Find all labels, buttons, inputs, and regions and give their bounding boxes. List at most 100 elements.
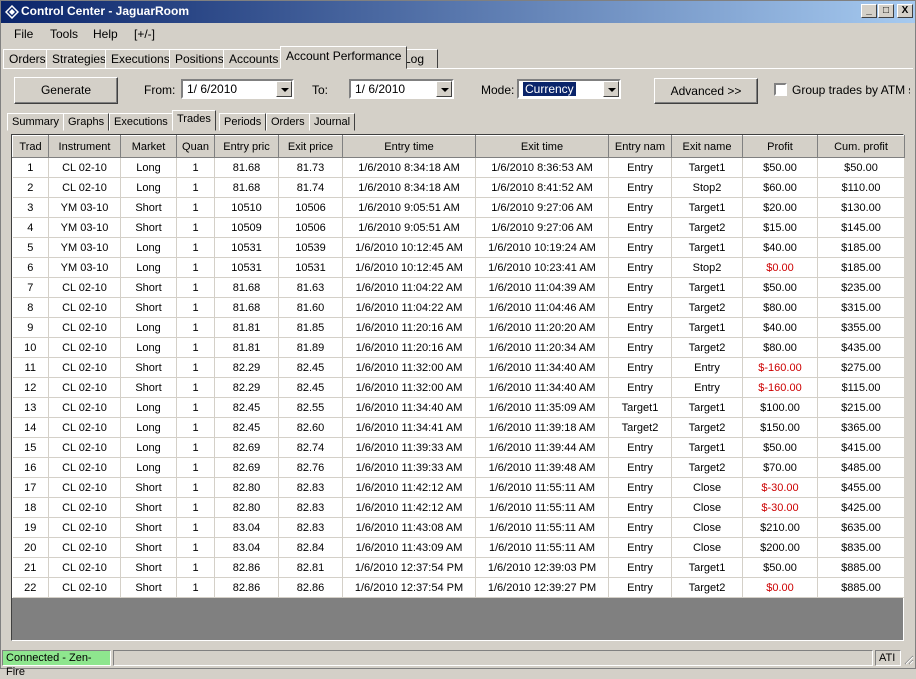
table-cell: 10531	[214, 257, 279, 278]
resize-grip-icon[interactable]	[902, 653, 914, 665]
column-header[interactable]: Entry time	[342, 135, 476, 158]
tab-accounts[interactable]: Accounts	[223, 49, 285, 69]
maximize-button[interactable]: □	[878, 4, 894, 18]
table-cell: 1/6/2010 11:43:09 AM	[342, 537, 476, 558]
table-row[interactable]: 7 CL 02-10 Short 1 81.68 81.63 1/6/2010 11:04:…	[12, 277, 905, 298]
table-cell: 1/6/2010 9:27:06 AM	[475, 197, 609, 218]
group-trades-checkbox[interactable]	[774, 83, 787, 96]
advanced-button[interactable]: Advanced >>	[654, 78, 758, 104]
table-cell: 11	[12, 357, 49, 378]
table-cell: Close	[671, 477, 743, 498]
table-cell: YM 03-10	[48, 217, 121, 238]
table-cell: 81.81	[214, 317, 279, 338]
table-row[interactable]: 19 CL 02-10 Short 1 83.04 82.83 1/6/2010 11:43…	[12, 517, 905, 538]
table-row[interactable]: 15 CL 02-10 Long 1 82.69 82.74 1/6/2010 11:39:…	[12, 437, 905, 458]
generate-button[interactable]: Generate	[14, 77, 118, 104]
column-header[interactable]: Entry pric	[214, 135, 279, 158]
table-row[interactable]: 14 CL 02-10 Long 1 82.45 82.60 1/6/2010 11:34:…	[12, 417, 905, 438]
tab-periods[interactable]: Periods	[219, 113, 267, 131]
table-row[interactable]: 10 CL 02-10 Long 1 81.81 81.89 1/6/2010 11:20:…	[12, 337, 905, 358]
table-row[interactable]: 8 CL 02-10 Short 1 81.68 81.60 1/6/2010 11:04:…	[12, 297, 905, 318]
table-row[interactable]: 16 CL 02-10 Long 1 82.69 82.76 1/6/2010 11:39:…	[12, 457, 905, 478]
table-cell: 6	[12, 257, 49, 278]
table-row[interactable]: 13 CL 02-10 Long 1 82.45 82.55 1/6/2010 11:34:…	[12, 397, 905, 418]
menu-expand[interactable]: [+/-]	[134, 27, 155, 41]
tab-account-performance[interactable]: Account Performance	[280, 46, 408, 69]
chevron-down-icon[interactable]	[276, 81, 292, 97]
table-cell: 82.86	[214, 577, 279, 598]
column-header[interactable]: Trad	[12, 135, 49, 158]
table-row[interactable]: 17 CL 02-10 Short 1 82.80 82.83 1/6/2010 11:42…	[12, 477, 905, 498]
column-header[interactable]: Entry nam	[608, 135, 672, 158]
minimize-button[interactable]: _	[861, 4, 877, 18]
table-row[interactable]: 11 CL 02-10 Short 1 82.29 82.45 1/6/2010 11:32…	[12, 357, 905, 378]
table-row[interactable]: 12 CL 02-10 Short 1 82.29 82.45 1/6/2010 11:32…	[12, 377, 905, 398]
table-row[interactable]: 1 CL 02-10 Long 1 81.68 81.73 1/6/2010 8:34:18…	[12, 157, 905, 178]
table-row[interactable]: 22 CL 02-10 Short 1 82.86 82.86 1/6/2010 12:37…	[12, 577, 905, 598]
table-row[interactable]: 20 CL 02-10 Short 1 83.04 82.84 1/6/2010 11:43…	[12, 537, 905, 558]
group-trades-label: Group trades by ATM stra	[792, 83, 910, 97]
table-cell: 10509	[214, 217, 279, 238]
to-date-picker[interactable]: 1/ 6/2010	[349, 79, 454, 99]
table-cell: 82.74	[278, 437, 343, 458]
column-header[interactable]: Market	[120, 135, 177, 158]
table-row[interactable]: 18 CL 02-10 Short 1 82.80 82.83 1/6/2010 11:42…	[12, 497, 905, 518]
tab-journal[interactable]: Journal	[309, 113, 356, 131]
table-cell: 1	[176, 297, 215, 318]
table-row[interactable]: 4 YM 03-10 Short 1 10509 10506 1/6/2010 9:05:5…	[12, 217, 905, 238]
column-header[interactable]: Exit name	[671, 135, 743, 158]
table-cell: CL 02-10	[48, 417, 121, 438]
table-cell: 1/6/2010 11:35:09 AM	[475, 397, 609, 418]
column-header[interactable]: Exit price	[278, 135, 343, 158]
table-cell: 82.55	[278, 397, 343, 418]
table-cell: Entry	[608, 477, 672, 498]
table-cell: 1/6/2010 9:05:51 AM	[342, 217, 476, 238]
table-cell: 1/6/2010 11:34:40 AM	[342, 397, 476, 418]
tab-orders[interactable]: Orders	[3, 49, 52, 69]
column-header[interactable]: Cum. profit	[817, 135, 905, 158]
close-button[interactable]: X	[897, 4, 913, 18]
table-cell: 1/6/2010 11:32:00 AM	[342, 377, 476, 398]
menu-tools[interactable]: Tools	[50, 27, 78, 41]
from-date-picker[interactable]: 1/ 6/2010	[181, 79, 294, 99]
table-cell: Entry	[608, 317, 672, 338]
tab-executions[interactable]: Executions	[105, 49, 176, 69]
tab-graphs[interactable]: Graphs	[63, 113, 110, 131]
column-header[interactable]: Quan	[176, 135, 215, 158]
tab-sub-executions[interactable]: Executions	[109, 113, 173, 131]
menu-file[interactable]: File	[14, 27, 33, 41]
column-header[interactable]: Exit time	[475, 135, 609, 158]
table-cell: $885.00	[817, 557, 905, 578]
chevron-down-icon[interactable]	[436, 81, 452, 97]
table-cell: Target1	[671, 277, 743, 298]
table-cell: 82.83	[278, 477, 343, 498]
table-cell: Target1	[671, 317, 743, 338]
table-row[interactable]: 6 YM 03-10 Long 1 10531 10531 1/6/2010 10:12:4…	[12, 257, 905, 278]
status-panel	[113, 650, 873, 666]
table-row[interactable]: 9 CL 02-10 Long 1 81.81 81.85 1/6/2010 11:20:1…	[12, 317, 905, 338]
table-row[interactable]: 21 CL 02-10 Short 1 82.86 82.81 1/6/2010 12:37…	[12, 557, 905, 578]
table-cell: 19	[12, 517, 49, 538]
menu-help[interactable]: Help	[93, 27, 118, 41]
table-cell: $20.00	[742, 197, 818, 218]
tab-summary[interactable]: Summary	[7, 113, 65, 131]
table-cell: 1	[176, 517, 215, 538]
table-row[interactable]: 3 YM 03-10 Short 1 10510 10506 1/6/2010 9:05:5…	[12, 197, 905, 218]
tab-strategies[interactable]: Strategies	[46, 49, 113, 69]
table-row[interactable]: 5 YM 03-10 Long 1 10531 10539 1/6/2010 10:12:4…	[12, 237, 905, 258]
table-cell: Target2	[671, 577, 743, 598]
tab-trades[interactable]: Trades	[172, 110, 216, 131]
table-cell: $145.00	[817, 217, 905, 238]
column-header[interactable]: Instrument	[48, 135, 121, 158]
tab-sub-orders[interactable]: Orders	[266, 113, 310, 131]
table-cell: $635.00	[817, 517, 905, 538]
table-cell: Entry	[608, 517, 672, 538]
table-cell: $115.00	[817, 377, 905, 398]
chevron-down-icon[interactable]	[603, 81, 619, 97]
tab-positions[interactable]: Positions	[169, 49, 230, 69]
table-row[interactable]: 2 CL 02-10 Long 1 81.68 81.74 1/6/2010 8:34:18…	[12, 177, 905, 198]
title-bar[interactable]: Control Center - JaguarRoom _ □ X	[1, 1, 915, 23]
column-header[interactable]: Profit	[742, 135, 818, 158]
mode-select[interactable]: Currency	[517, 79, 621, 99]
table-cell: 81.63	[278, 277, 343, 298]
